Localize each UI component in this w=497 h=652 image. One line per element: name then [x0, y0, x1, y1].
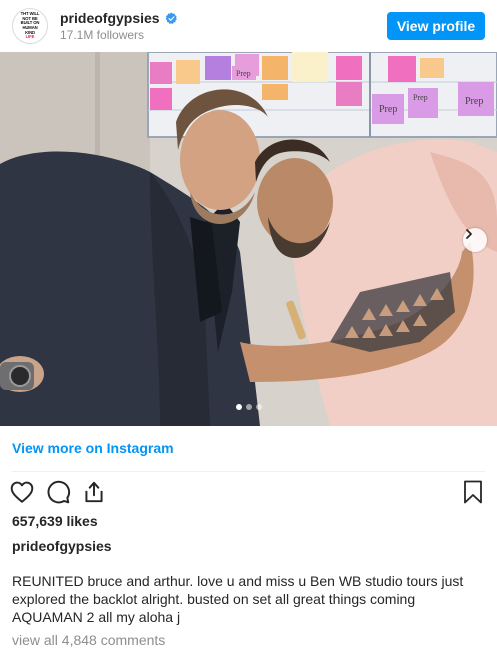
caption-line: REUNITED bruce and arthur. love u and mi…	[12, 573, 464, 589]
carousel-dot[interactable]	[235, 404, 242, 410]
instagram-embed-card: THT WILL NOT BE BUILT ON HUMAN KIND LIFE…	[0, 0, 497, 652]
post-header: THT WILL NOT BE BUILT ON HUMAN KIND LIFE…	[0, 0, 497, 52]
like-count: 657,639 likes	[12, 513, 98, 529]
carousel-dot[interactable]	[245, 404, 252, 410]
divider	[12, 471, 485, 472]
board-note: Prep	[413, 93, 428, 102]
username-link[interactable]: prideofgypsies	[60, 10, 160, 26]
view-more-link[interactable]: View more on Instagram	[12, 440, 174, 456]
caption-line: AQUAMAN 2 all my aloha j	[12, 609, 181, 625]
share-icon	[85, 481, 103, 503]
board-note: Prep	[465, 96, 483, 107]
verified-icon	[165, 12, 177, 24]
chevron-right-icon	[466, 229, 472, 239]
avatar[interactable]: THT WILL NOT BE BUILT ON HUMAN KIND LIFE	[12, 8, 48, 44]
comment-button[interactable]	[44, 478, 72, 506]
avatar-text-line: LIFE	[25, 34, 35, 40]
board-note: Prep	[379, 104, 397, 115]
photo-illustration: Prep Prep Prep Prep	[0, 52, 497, 426]
share-button[interactable]	[80, 478, 108, 506]
carousel-dots	[0, 404, 497, 410]
follower-count: 17.1M followers	[60, 28, 145, 42]
heart-icon	[10, 481, 34, 503]
action-bar	[8, 478, 108, 506]
caption-username-link[interactable]: prideofgypsies	[12, 538, 112, 554]
carousel-next-button[interactable]	[463, 228, 487, 252]
board-note: Prep	[236, 69, 251, 78]
view-profile-button[interactable]: View profile	[387, 12, 485, 40]
username-row: prideofgypsies	[60, 10, 178, 26]
bookmark-icon	[464, 480, 482, 504]
save-button[interactable]	[459, 478, 487, 506]
carousel-dot[interactable]	[255, 404, 262, 410]
like-button[interactable]	[8, 478, 36, 506]
comment-icon	[47, 480, 71, 504]
caption-line: explored the backlot alright. busted on …	[12, 591, 416, 607]
caption-text: REUNITED bruce and arthur. love u and mi…	[12, 572, 482, 626]
post-photo[interactable]: Prep Prep Prep Prep	[0, 52, 497, 426]
view-comments-link[interactable]: view all 4,848 comments	[12, 632, 165, 648]
